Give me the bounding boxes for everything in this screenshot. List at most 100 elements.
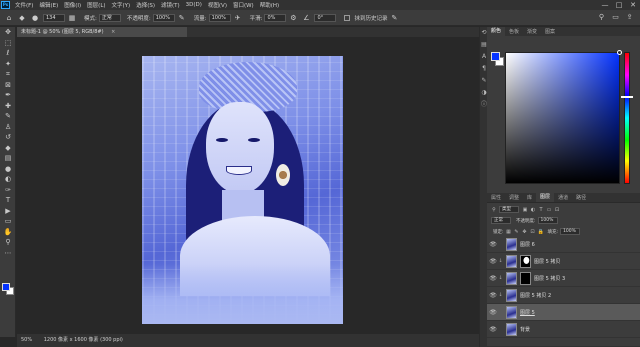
visibility-eye-icon[interactable]: 👁 bbox=[489, 275, 497, 282]
layer-mask-thumbnail[interactable] bbox=[520, 254, 531, 268]
minimize-button[interactable]: — bbox=[598, 1, 612, 9]
panel-foreground-swatch[interactable] bbox=[491, 52, 500, 61]
airbrush-icon[interactable]: ✈ bbox=[233, 13, 243, 23]
history-brush-tool-icon[interactable]: ↺ bbox=[0, 132, 16, 143]
pressure-opacity-icon[interactable]: ✎ bbox=[177, 13, 187, 23]
layer-mask-thumbnail[interactable] bbox=[520, 271, 531, 285]
visibility-eye-icon[interactable]: 👁 bbox=[489, 309, 497, 316]
eyedropper-tool-icon[interactable]: ✒ bbox=[0, 90, 16, 101]
menu-select[interactable]: 选择(S) bbox=[133, 1, 158, 9]
type-tool-icon[interactable]: T bbox=[0, 195, 16, 206]
tab-channels[interactable]: 通道 bbox=[554, 194, 572, 201]
workspace-icon[interactable]: ▭ bbox=[611, 13, 620, 22]
visibility-eye-icon[interactable]: 👁 bbox=[489, 258, 497, 265]
search-icon[interactable]: ⚲ bbox=[597, 13, 606, 22]
eraser-tool-icon[interactable]: ◆ bbox=[0, 143, 16, 154]
tab-color[interactable]: 颜色 bbox=[487, 27, 506, 36]
close-button[interactable]: ✕ bbox=[626, 1, 640, 9]
path-select-tool-icon[interactable]: ▶ bbox=[0, 206, 16, 217]
lock-transparency-icon[interactable]: ▦ bbox=[506, 229, 512, 235]
visibility-eye-icon[interactable]: 👁 bbox=[489, 326, 497, 333]
color-picker-field[interactable] bbox=[505, 52, 620, 184]
filter-adjustment-icon[interactable]: ◐ bbox=[530, 207, 536, 213]
hand-tool-icon[interactable]: ✋ bbox=[0, 227, 16, 238]
maximize-button[interactable]: □ bbox=[612, 1, 626, 9]
crop-tool-icon[interactable]: ⌗ bbox=[0, 69, 16, 80]
hue-slider[interactable] bbox=[624, 52, 630, 184]
filter-pixel-icon[interactable]: ▣ bbox=[522, 207, 528, 213]
rectangle-tool-icon[interactable]: ▭ bbox=[0, 216, 16, 227]
opacity-field[interactable]: 100% bbox=[152, 13, 175, 22]
home-icon[interactable]: ⌂ bbox=[4, 13, 14, 23]
eraser-tool-icon[interactable]: ◆ bbox=[17, 13, 27, 23]
layer-row[interactable]: 👁 图层 6 bbox=[487, 236, 640, 253]
filter-smart-object-icon[interactable]: ⊡ bbox=[554, 207, 560, 213]
menu-file[interactable]: 文件(F) bbox=[12, 1, 36, 9]
more-tools-icon[interactable]: ⋯ bbox=[0, 248, 16, 259]
healing-brush-tool-icon[interactable]: ✚ bbox=[0, 101, 16, 112]
menu-type[interactable]: 文字(Y) bbox=[109, 1, 134, 9]
tab-patterns[interactable]: 图案 bbox=[541, 28, 559, 35]
visibility-eye-icon[interactable]: 👁 bbox=[489, 241, 497, 248]
menu-view[interactable]: 视图(V) bbox=[205, 1, 230, 9]
lock-artboard-icon[interactable]: ⊡ bbox=[530, 229, 536, 235]
move-tool-icon[interactable]: ✥ bbox=[0, 27, 16, 38]
flow-field[interactable]: 100% bbox=[208, 13, 231, 22]
document-canvas-photo[interactable] bbox=[142, 56, 343, 324]
foreground-color-swatch[interactable] bbox=[2, 283, 10, 291]
color-picker-handle[interactable] bbox=[617, 50, 622, 55]
layer-row[interactable]: 👁 ↓ 图层 5 拷贝 2 bbox=[487, 287, 640, 304]
filter-type-icon[interactable]: T bbox=[538, 207, 544, 213]
tab-libraries[interactable]: 库 bbox=[523, 194, 536, 201]
brush-size-field[interactable]: 134 bbox=[43, 13, 65, 22]
smoothing-options-gear-icon[interactable]: ⚙ bbox=[288, 13, 298, 23]
menu-help[interactable]: 帮助(H) bbox=[257, 1, 282, 9]
lock-pixels-icon[interactable]: ✎ bbox=[514, 229, 520, 235]
brush-settings-icon[interactable]: ▦ bbox=[67, 13, 77, 23]
visibility-eye-icon[interactable]: 👁 bbox=[489, 292, 497, 299]
canvas-area[interactable] bbox=[17, 37, 479, 334]
menu-filter[interactable]: 滤镜(T) bbox=[158, 1, 183, 9]
layer-opacity-field[interactable]: 100% bbox=[537, 217, 558, 224]
brush-preset-icon[interactable]: ● bbox=[30, 13, 40, 23]
menu-window[interactable]: 窗口(W) bbox=[230, 1, 257, 9]
zoom-tool-icon[interactable]: ⚲ bbox=[0, 237, 16, 248]
layer-filter-select[interactable]: 类型 bbox=[499, 206, 519, 213]
filter-shape-icon[interactable]: ▭ bbox=[546, 207, 552, 213]
close-tab-icon[interactable]: × bbox=[111, 29, 115, 35]
tab-adjustments[interactable]: 调整 bbox=[505, 194, 523, 201]
tab-paths[interactable]: 路径 bbox=[572, 194, 590, 201]
blur-tool-icon[interactable]: ● bbox=[0, 164, 16, 175]
blend-mode-select[interactable]: 正常 bbox=[491, 217, 511, 224]
erase-history-checkbox[interactable] bbox=[344, 14, 351, 21]
tab-properties[interactable]: 属性 bbox=[487, 194, 505, 201]
tab-layers[interactable]: 图层 bbox=[536, 193, 555, 202]
layer-row-selected[interactable]: 👁 图层 5 bbox=[487, 304, 640, 321]
menu-edit[interactable]: 编辑(E) bbox=[36, 1, 61, 9]
layer-row[interactable]: 👁 背景 bbox=[487, 321, 640, 338]
smooth-field[interactable]: 0% bbox=[264, 13, 287, 22]
pressure-size-icon[interactable]: ✎ bbox=[389, 13, 399, 23]
marquee-tool-icon[interactable]: ⬚ bbox=[0, 38, 16, 49]
lock-all-icon[interactable]: 🔒 bbox=[538, 229, 544, 235]
dodge-tool-icon[interactable]: ◐ bbox=[0, 174, 16, 185]
lasso-tool-icon[interactable]: ℓ bbox=[0, 48, 16, 59]
menu-image[interactable]: 图像(I) bbox=[61, 1, 84, 9]
frame-tool-icon[interactable]: ⊠ bbox=[0, 80, 16, 91]
brush-tool-icon[interactable]: ✎ bbox=[0, 111, 16, 122]
quick-select-tool-icon[interactable]: ✦ bbox=[0, 59, 16, 70]
hue-slider-marker[interactable] bbox=[621, 96, 633, 98]
layer-row[interactable]: 👁 ↓ 图层 5 拷贝 3 bbox=[487, 270, 640, 287]
menu-3d[interactable]: 3D(D) bbox=[183, 2, 205, 8]
share-icon[interactable]: ⇪ bbox=[625, 13, 634, 22]
fill-field[interactable]: 100% bbox=[560, 228, 581, 235]
angle-field[interactable]: 0° bbox=[314, 13, 337, 22]
document-tab[interactable]: 未标题-1 @ 50% (图层 5, RGB/8#) × bbox=[17, 27, 187, 37]
clone-stamp-tool-icon[interactable]: ♙ bbox=[0, 122, 16, 133]
menu-layer[interactable]: 图层(L) bbox=[84, 1, 108, 9]
mode-select[interactable]: 正常 bbox=[98, 13, 121, 22]
layer-row[interactable]: 👁 ↓ 图层 5 拷贝 bbox=[487, 253, 640, 270]
lock-position-icon[interactable]: ✥ bbox=[522, 229, 528, 235]
tab-swatches[interactable]: 色板 bbox=[505, 28, 523, 35]
pen-tool-icon[interactable]: ✑ bbox=[0, 185, 16, 196]
